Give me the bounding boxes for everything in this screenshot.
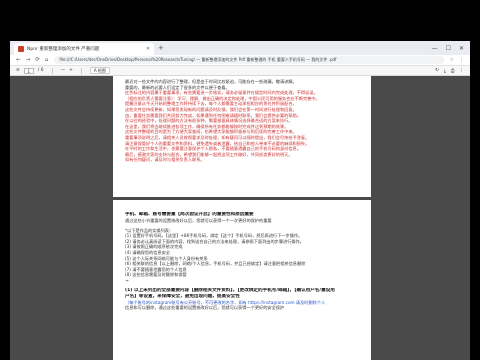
pdf-page-2: 手机、邮箱、账号需要重【两次验证开启】的重要性和原因重要 通过这些小节重要的设置修… <box>113 200 371 360</box>
text-line: 信息和可以删除，通过这些重要的设置修改好以后，您就可以获得一个更好的安全保护 <box>125 305 285 311</box>
zoom-out-icon[interactable]: — <box>61 68 66 73</box>
pdf-toolbar: ≡ 1 / 6 — + A 绘图 ↻ ⤓ ⎙ ⋮ <box>10 66 470 76</box>
pdf-viewer[interactable]: 最近对一些文件的内容进行了整理，但是由于时间比较紧迫，可能存在一些疏漏，敬请谅解… <box>10 76 470 360</box>
print-icon[interactable]: ⎙ <box>451 68 455 74</box>
title-bar: Npnr 重新整理添加的文件 严重问题 ✕ + — ☐ ✕ <box>10 41 470 55</box>
back-icon[interactable]: ← <box>16 57 21 63</box>
nav-buttons: ← → ⟳ ⌂ <box>10 57 48 63</box>
rotate-icon[interactable]: ↻ <box>435 68 439 74</box>
minimize-icon[interactable]: — <box>432 45 438 52</box>
more-options-icon[interactable]: ⋮ <box>460 68 465 74</box>
home-icon[interactable]: ⌂ <box>45 57 49 63</box>
text-line: 如有任何疑问，请及时与相关负责人联系。 <box>125 157 205 163</box>
reload-icon[interactable]: ⟳ <box>35 57 40 63</box>
toolbar-divider <box>51 67 53 74</box>
address-bar: ← → ⟳ ⌂ file:///C:/Users/der/OneDrive/De… <box>10 55 470 66</box>
zoom-in-icon[interactable]: + <box>69 68 73 73</box>
close-window-icon[interactable]: ✕ <box>459 45 464 52</box>
forward-icon[interactable]: → <box>26 57 31 63</box>
browser-window: Npnr 重新整理添加的文件 严重问题 ✕ + — ☐ ✕ ← → ⟳ ⌂ fi… <box>0 0 480 360</box>
toolbar-divider <box>80 67 82 74</box>
page-total: / 6 <box>37 68 44 73</box>
url-field[interactable]: file:///C:/Users/der/OneDrive/Desktop/Pe… <box>54 56 444 64</box>
page-number-input[interactable]: 1 <box>23 67 34 74</box>
pdf-toolbar-right: ↻ ⤓ ⎙ ⋮ <box>435 68 470 74</box>
maximize-icon[interactable]: ☐ <box>446 45 451 52</box>
draw-button[interactable]: A 绘图 <box>89 67 110 74</box>
browser-menu-icon[interactable]: ⋮ <box>459 57 464 63</box>
bookmark-star-icon[interactable]: ☆ <box>450 57 454 63</box>
new-tab-icon[interactable]: + <box>158 44 164 52</box>
address-bar-actions: ☆ ⋮ <box>444 57 470 63</box>
pdf-menu-icon[interactable]: ≡ <box>16 68 20 73</box>
pdf-favicon-icon <box>18 46 24 52</box>
tab-close-icon[interactable]: ✕ <box>146 46 150 52</box>
pdf-toolbar-left: ≡ 1 / 6 — + A 绘图 <box>10 67 110 74</box>
window-controls: — ☐ ✕ <box>432 45 470 52</box>
pdf-page-1: 最近对一些文件的内容进行了整理，但是由于时间比较紧迫，可能存在一些疏漏，敬请谅解… <box>113 76 371 197</box>
tab-title: Npnr 重新整理添加的文件 严重问题 <box>27 47 100 52</box>
text-line: (1) 以上未列出的全部重要内容【删除相关文件资料】，【更改绑定的手机号/邮箱】… <box>125 287 335 293</box>
download-icon[interactable]: ⤓ <box>444 68 446 74</box>
browser-tab[interactable]: Npnr 重新整理添加的文件 严重问题 ✕ <box>14 43 154 55</box>
